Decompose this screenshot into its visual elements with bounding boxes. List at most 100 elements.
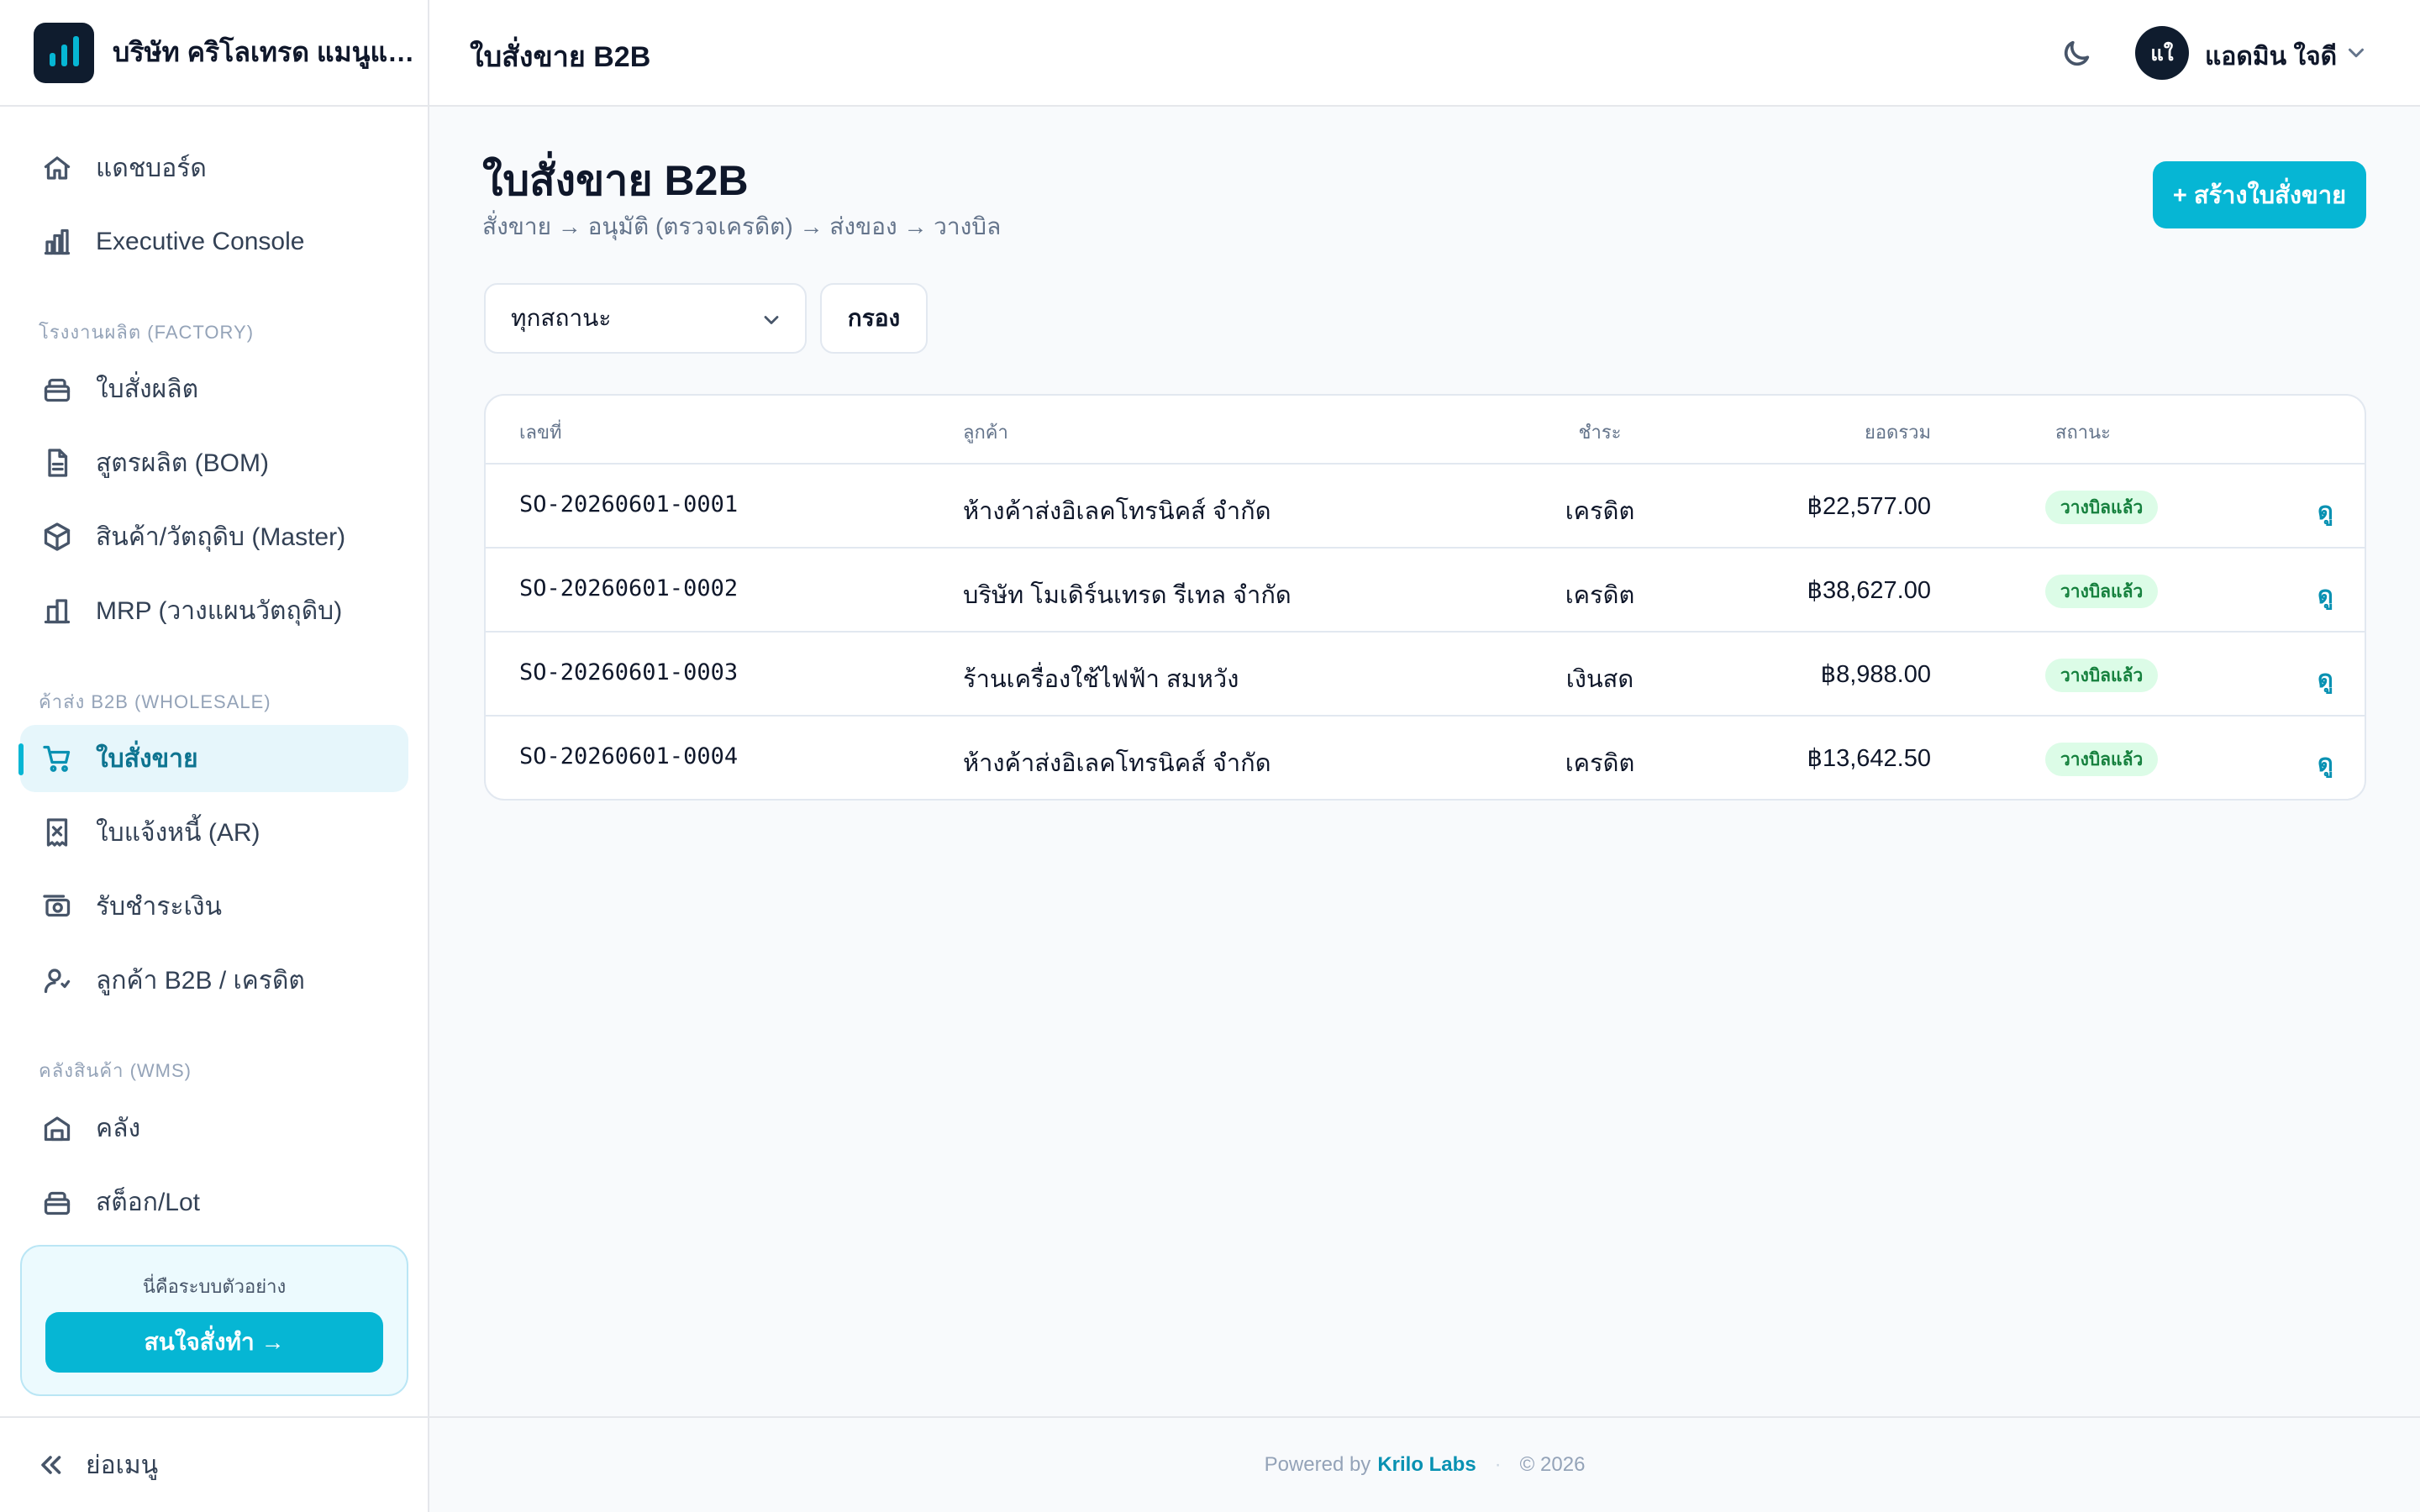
status-badge: วางบิลแล้ว xyxy=(2045,491,2159,524)
sidebar-item-label: สูตรผลิต (BOM) xyxy=(96,449,270,477)
topbar: ใบสั่งขาย B2B แใ แอดมิน ใจดี xyxy=(429,0,2420,107)
footer-powered-by: Powered by xyxy=(1264,1453,1371,1476)
sidebar-item-bom[interactable]: สูตรผลิต (BOM) xyxy=(20,429,408,496)
brand-name: บริษัท คริโลเทรด แมนูแฟ... xyxy=(113,37,415,67)
order-interest-button[interactable]: สนใจสั่งทำ → xyxy=(45,1312,383,1373)
footer: Powered by Krilo Labs · © 2026 xyxy=(429,1416,2420,1512)
cart-icon xyxy=(40,742,74,775)
order-total: ฿13,642.50 xyxy=(1807,745,1931,772)
user-menu-toggle[interactable] xyxy=(2344,40,2369,66)
sidebar-item-invoices[interactable]: ใบแจ้งหนี้ (AR) xyxy=(20,799,408,866)
active-indicator xyxy=(18,743,24,775)
order-number: SO-20260601-0001 xyxy=(519,491,739,517)
box-icon xyxy=(40,372,74,406)
footer-separator: · xyxy=(1494,1453,1502,1476)
payment-type: เครดิต xyxy=(1565,750,1635,777)
dark-mode-toggle[interactable] xyxy=(2060,37,2093,71)
home-icon xyxy=(40,151,74,185)
cash-icon xyxy=(40,890,74,923)
sidebar-item-payments[interactable]: รับชำระเงิน xyxy=(20,873,408,940)
sidebar-item-label: แดชบอร์ด xyxy=(96,154,207,182)
view-link[interactable]: ดู xyxy=(2317,575,2333,614)
demo-text: นี่คือระบบตัวอย่าง xyxy=(142,1276,287,1297)
section-label-factory: โรงงานผลิต (FACTORY) xyxy=(39,322,255,343)
page-title: ใบสั่งขาย B2B xyxy=(482,157,749,204)
status-badge: วางบิลแล้ว xyxy=(2045,659,2159,692)
sidebar-item-label: ใบสั่งขาย xyxy=(96,744,198,773)
double-chevron-left-icon xyxy=(41,1456,61,1474)
sidebar-item-label: ใบสั่งผลิต xyxy=(96,375,199,403)
sales-orders-table: เลขที่ ลูกค้า ชำระ ยอดรวม สถานะ SO-20260… xyxy=(484,394,2366,801)
chevron-down-icon xyxy=(764,316,779,324)
brand-logo-icon xyxy=(34,22,94,83)
view-link[interactable]: ดู xyxy=(2317,491,2333,530)
warehouse-icon xyxy=(40,1111,74,1145)
customer-name: ร้านเครื่องใช้ไฟฟ้า สมหวัง xyxy=(963,666,1239,693)
users-icon xyxy=(40,963,74,997)
order-total: ฿22,577.00 xyxy=(1807,493,1931,520)
cube-icon xyxy=(40,520,74,554)
table-row[interactable]: SO-20260601-0003 ร้านเครื่องใช้ไฟฟ้า สมห… xyxy=(486,633,2365,717)
status-badge: วางบิลแล้ว xyxy=(2045,743,2159,776)
sidebar-item-b2b-customers[interactable]: ลูกค้า B2B / เครดิต xyxy=(20,947,408,1014)
status-filter-value: ทุกสถานะ xyxy=(511,305,612,331)
sidebar: บริษัท คริโลเทรด แมนูแฟ... แดชบอร์ด Exec… xyxy=(0,0,429,1512)
column-header-total: ยอดรวม xyxy=(1864,422,1931,443)
brand-header[interactable]: บริษัท คริโลเทรด แมนูแฟ... xyxy=(0,0,428,107)
column-header-number: เลขที่ xyxy=(519,422,562,443)
table-header: เลขที่ ลูกค้า ชำระ ยอดรวม สถานะ xyxy=(486,396,2365,465)
table-row[interactable]: SO-20260601-0004 ห้างค้าส่งอิเลคโทรนิคส์… xyxy=(486,717,2365,799)
payment-type: เครดิต xyxy=(1565,582,1635,609)
section-label-b2b: ค้าส่ง B2B (WHOLESALE) xyxy=(39,691,271,712)
document-icon xyxy=(40,446,74,480)
sidebar-item-production-orders[interactable]: ใบสั่งผลิต xyxy=(20,355,408,423)
collapse-menu-button[interactable]: ย่อเมนู xyxy=(0,1416,428,1512)
topbar-title: ใบสั่งขาย B2B xyxy=(470,41,651,73)
receipt-icon xyxy=(40,816,74,849)
sidebar-item-label: ใบแจ้งหนี้ (AR) xyxy=(96,818,260,847)
filter-button[interactable]: กรอง xyxy=(820,283,928,354)
moon-icon xyxy=(2064,40,2090,66)
order-total: ฿38,627.00 xyxy=(1807,577,1931,604)
sidebar-item-label: สินค้า/วัตถุดิบ (Master) xyxy=(96,522,346,551)
create-sales-order-button[interactable]: + สร้างใบสั่งขาย xyxy=(2153,161,2366,228)
sidebar-item-sales-orders[interactable]: ใบสั่งขาย xyxy=(18,725,408,792)
collapse-menu-label: ย่อเมนู xyxy=(86,1451,159,1479)
view-link[interactable]: ดู xyxy=(2317,659,2333,698)
payment-type: เงินสด xyxy=(1565,666,1634,693)
workflow-steps: สั่งขาย → อนุมัติ (ตรวจเครดิต) → ส่งของ … xyxy=(482,213,1002,239)
table-row[interactable]: SO-20260601-0002 บริษัท โมเดิร์นเทรด รีเ… xyxy=(486,549,2365,633)
column-header-status: สถานะ xyxy=(2055,422,2111,443)
sidebar-item-label: ลูกค้า B2B / เครดิต xyxy=(96,966,305,995)
sidebar-item-label: คลัง xyxy=(96,1114,141,1142)
chevron-down-icon xyxy=(2349,48,2364,58)
section-label-wms: คลังสินค้า (WMS) xyxy=(39,1060,192,1081)
sidebar-item-stock-lot[interactable]: สต็อก/Lot xyxy=(20,1168,408,1236)
sidebar-item-warehouse[interactable]: คลัง xyxy=(20,1095,408,1162)
sidebar-item-label: รับชำระเงิน xyxy=(96,892,222,921)
column-header-payment: ชำระ xyxy=(1578,422,1622,443)
building-icon xyxy=(40,594,74,627)
sidebar-item-dashboard[interactable]: แดชบอร์ด xyxy=(20,134,408,202)
footer-brand-link[interactable]: Krilo Labs xyxy=(1377,1453,1476,1477)
customer-name: บริษัท โมเดิร์นเทรด รีเทล จำกัด xyxy=(963,582,1292,609)
status-filter-select[interactable]: ทุกสถานะ xyxy=(484,283,807,354)
sidebar-item-label: Executive Console xyxy=(96,228,305,255)
table-row[interactable]: SO-20260601-0001 ห้างค้าส่งอิเลคโทรนิคส์… xyxy=(486,465,2365,549)
order-total: ฿8,988.00 xyxy=(1820,661,1931,688)
sidebar-item-master[interactable]: สินค้า/วัตถุดิบ (Master) xyxy=(20,503,408,570)
sidebar-item-label: สต็อก/Lot xyxy=(96,1188,201,1216)
user-name[interactable]: แอดมิน ใจดี xyxy=(2205,37,2337,76)
box-icon xyxy=(40,1185,74,1219)
sidebar-item-mrp[interactable]: MRP (วางแผนวัตถุดิบ) xyxy=(20,577,408,644)
order-number: SO-20260601-0003 xyxy=(519,659,739,685)
footer-copyright: © 2026 xyxy=(1519,1453,1586,1476)
column-header-customer: ลูกค้า xyxy=(963,422,1008,443)
order-number: SO-20260601-0004 xyxy=(519,743,739,769)
customer-name: ห้างค้าส่งอิเลคโทรนิคส์ จำกัด xyxy=(963,750,1271,777)
bar-chart-icon xyxy=(40,225,74,259)
sidebar-item-label: MRP (วางแผนวัตถุดิบ) xyxy=(96,596,343,625)
view-link[interactable]: ดู xyxy=(2317,743,2333,782)
sidebar-item-executive-console[interactable]: Executive Console xyxy=(20,208,408,276)
avatar[interactable]: แใ xyxy=(2135,26,2189,80)
